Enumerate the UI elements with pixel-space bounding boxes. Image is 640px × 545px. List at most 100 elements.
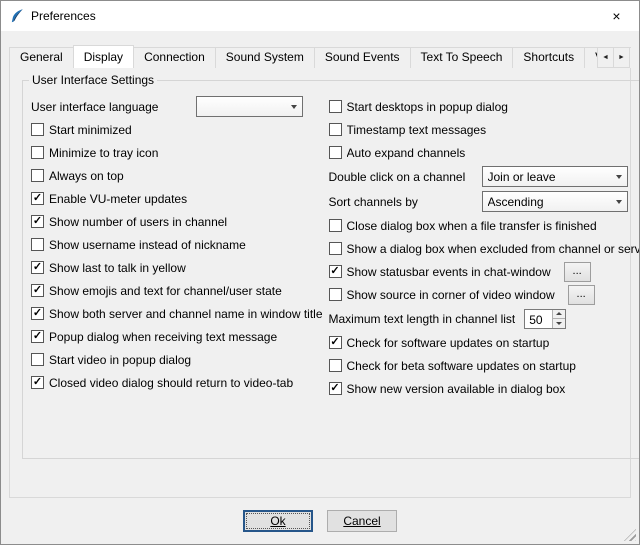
checkbox-row[interactable]: ✓ Check for software updates on startup: [329, 331, 640, 354]
settings-columns: User interface language Start minimized M…: [23, 87, 640, 400]
button-row: Ok Cancel: [9, 498, 631, 544]
checkbox-unchecked[interactable]: [329, 288, 342, 301]
checkbox-checked[interactable]: ✓: [31, 192, 44, 205]
tab-sound-events[interactable]: Sound Events: [314, 47, 411, 68]
checkbox-row[interactable]: Close dialog box when a file transfer is…: [329, 214, 640, 237]
language-label: User interface language: [31, 100, 191, 114]
checkbox-label: Always on top: [49, 169, 124, 183]
checkbox-label: Start minimized: [49, 123, 132, 137]
checkbox-row[interactable]: Always on top: [31, 164, 323, 187]
tab-general[interactable]: General: [9, 47, 74, 68]
checkbox-checked[interactable]: ✓: [31, 284, 44, 297]
spinbox-label: Maximum text length in channel list: [329, 312, 516, 326]
language-row: User interface language: [31, 95, 323, 118]
checkbox-unchecked[interactable]: [31, 146, 44, 159]
dialog-body: GeneralDisplayConnectionSound SystemSoun…: [1, 31, 639, 544]
checkbox-row[interactable]: ✓ Show both server and channel name in wi…: [31, 302, 323, 325]
preferences-window: Preferences × GeneralDisplayConnectionSo…: [0, 0, 640, 545]
checkbox-label: Show a dialog box when excluded from cha…: [347, 242, 640, 256]
tab-shortcuts[interactable]: Shortcuts: [512, 47, 585, 68]
spin-down-button[interactable]: [553, 319, 565, 328]
chevron-down-icon: [616, 200, 622, 204]
checkbox-row[interactable]: ✓Enable VU-meter updates: [31, 187, 323, 210]
cancel-button[interactable]: Cancel: [327, 510, 397, 532]
checkbox-checked[interactable]: ✓: [31, 376, 44, 389]
checkbox-unchecked[interactable]: [329, 219, 342, 232]
checkbox-row[interactable]: Start desktops in popup dialog: [329, 95, 640, 118]
checkbox-label: Show last to talk in yellow: [49, 261, 186, 275]
checkbox-unchecked[interactable]: [31, 353, 44, 366]
tab-text-to-speech[interactable]: Text To Speech: [410, 47, 514, 68]
checkbox-label: Closed video dialog should return to vid…: [49, 376, 293, 390]
checkbox-unchecked[interactable]: [329, 146, 342, 159]
combo-label: Double click on a channel: [329, 170, 477, 184]
double-click-combobox[interactable]: Join or leave: [482, 166, 628, 187]
checkbox-label: Show both server and channel name in win…: [49, 307, 323, 321]
checkbox-row[interactable]: Check for beta software updates on start…: [329, 354, 640, 377]
checkbox-unchecked[interactable]: [329, 359, 342, 372]
checkbox-label: Popup dialog when receiving text message: [49, 330, 277, 344]
statusbar-events-options-button[interactable]: ...: [564, 262, 591, 282]
checkbox-checked[interactable]: ✓: [31, 330, 44, 343]
checkbox-row[interactable]: ✓Show new version available in dialog bo…: [329, 377, 640, 400]
sort-channels-combobox[interactable]: Ascending: [482, 191, 628, 212]
checkbox-label: Show number of users in channel: [49, 215, 227, 229]
checkbox-checked[interactable]: ✓: [329, 336, 342, 349]
checkbox-row[interactable]: Show a dialog box when excluded from cha…: [329, 237, 640, 260]
close-button[interactable]: ×: [594, 1, 639, 31]
language-combobox[interactable]: [196, 96, 303, 117]
checkbox-row[interactable]: Timestamp text messages: [329, 118, 640, 141]
checkbox-label: Timestamp text messages: [347, 123, 487, 137]
checkbox-row[interactable]: ✓ Show statusbar events in chat-window...: [329, 260, 640, 283]
checkbox-row[interactable]: Show username instead of nickname: [31, 233, 323, 256]
checkbox-row[interactable]: ✓ Show number of users in channel: [31, 210, 323, 233]
checkbox-row[interactable]: ✓ Show last to talk in yellow: [31, 256, 323, 279]
checkbox-checked[interactable]: ✓: [31, 215, 44, 228]
triangle-up-icon: [556, 312, 562, 315]
checkbox-checked[interactable]: ✓: [31, 261, 44, 274]
checkbox-row[interactable]: ✓ Show emojis and text for channel/user s…: [31, 279, 323, 302]
checkbox-unchecked[interactable]: [329, 123, 342, 136]
video-source-options-button[interactable]: ...: [568, 285, 595, 305]
spin-up-button[interactable]: [553, 310, 565, 319]
left-checkbox-list: Start minimized Minimize to tray icon Alwa…: [31, 118, 323, 394]
checkbox-row[interactable]: ✓ Popup dialog when receiving text messag…: [31, 325, 323, 348]
checkbox-unchecked[interactable]: [329, 100, 342, 113]
titlebar[interactable]: Preferences ×: [1, 1, 639, 31]
checkbox-row[interactable]: Show source in corner of video window...: [329, 283, 640, 306]
spinbox-buttons: [552, 310, 565, 328]
combo-row: Sort channels byAscending: [329, 189, 640, 214]
app-feather-icon: [9, 8, 25, 24]
checkbox-checked[interactable]: ✓: [31, 307, 44, 320]
checkbox-label: Start desktops in popup dialog: [347, 100, 508, 114]
checkbox-row[interactable]: ✓ Closed video dialog should return to vi…: [31, 371, 323, 394]
checkbox-label: Check for software updates on startup: [347, 336, 550, 350]
arrow-left-icon: ◄: [602, 54, 609, 61]
ok-button[interactable]: Ok: [243, 510, 313, 532]
checkbox-unchecked[interactable]: [329, 242, 342, 255]
max-text-length-spinbox[interactable]: 50: [524, 309, 566, 329]
tab-scroll-right-button[interactable]: ►: [613, 47, 630, 68]
checkbox-checked[interactable]: ✓: [329, 265, 342, 278]
tab-display[interactable]: Display: [73, 45, 134, 68]
checkbox-unchecked[interactable]: [31, 238, 44, 251]
checkbox-checked[interactable]: ✓: [329, 382, 342, 395]
checkbox-label: Show emojis and text for channel/user st…: [49, 284, 282, 298]
checkbox-unchecked[interactable]: [31, 169, 44, 182]
checkbox-label: Show source in corner of video window: [347, 288, 555, 302]
tab-sound-system[interactable]: Sound System: [215, 47, 315, 68]
display-tab-panel: User Interface Settings User interface l…: [9, 67, 631, 498]
spinbox-row: Maximum text length in channel list 50: [329, 306, 640, 331]
checkbox-label: Auto expand channels: [347, 146, 466, 160]
combobox-value: Join or leave: [488, 170, 556, 184]
checkbox-label: Close dialog box when a file transfer is…: [347, 219, 597, 233]
checkbox-row[interactable]: Minimize to tray icon: [31, 141, 323, 164]
tab-scroll-left-button[interactable]: ◄: [597, 47, 614, 68]
triangle-down-icon: [556, 322, 562, 325]
checkbox-row[interactable]: Start minimized: [31, 118, 323, 141]
tab-connection[interactable]: Connection: [133, 47, 216, 68]
checkbox-label: Show statusbar events in chat-window: [347, 265, 551, 279]
checkbox-row[interactable]: Auto expand channels: [329, 141, 640, 164]
checkbox-unchecked[interactable]: [31, 123, 44, 136]
checkbox-row[interactable]: Start video in popup dialog: [31, 348, 323, 371]
